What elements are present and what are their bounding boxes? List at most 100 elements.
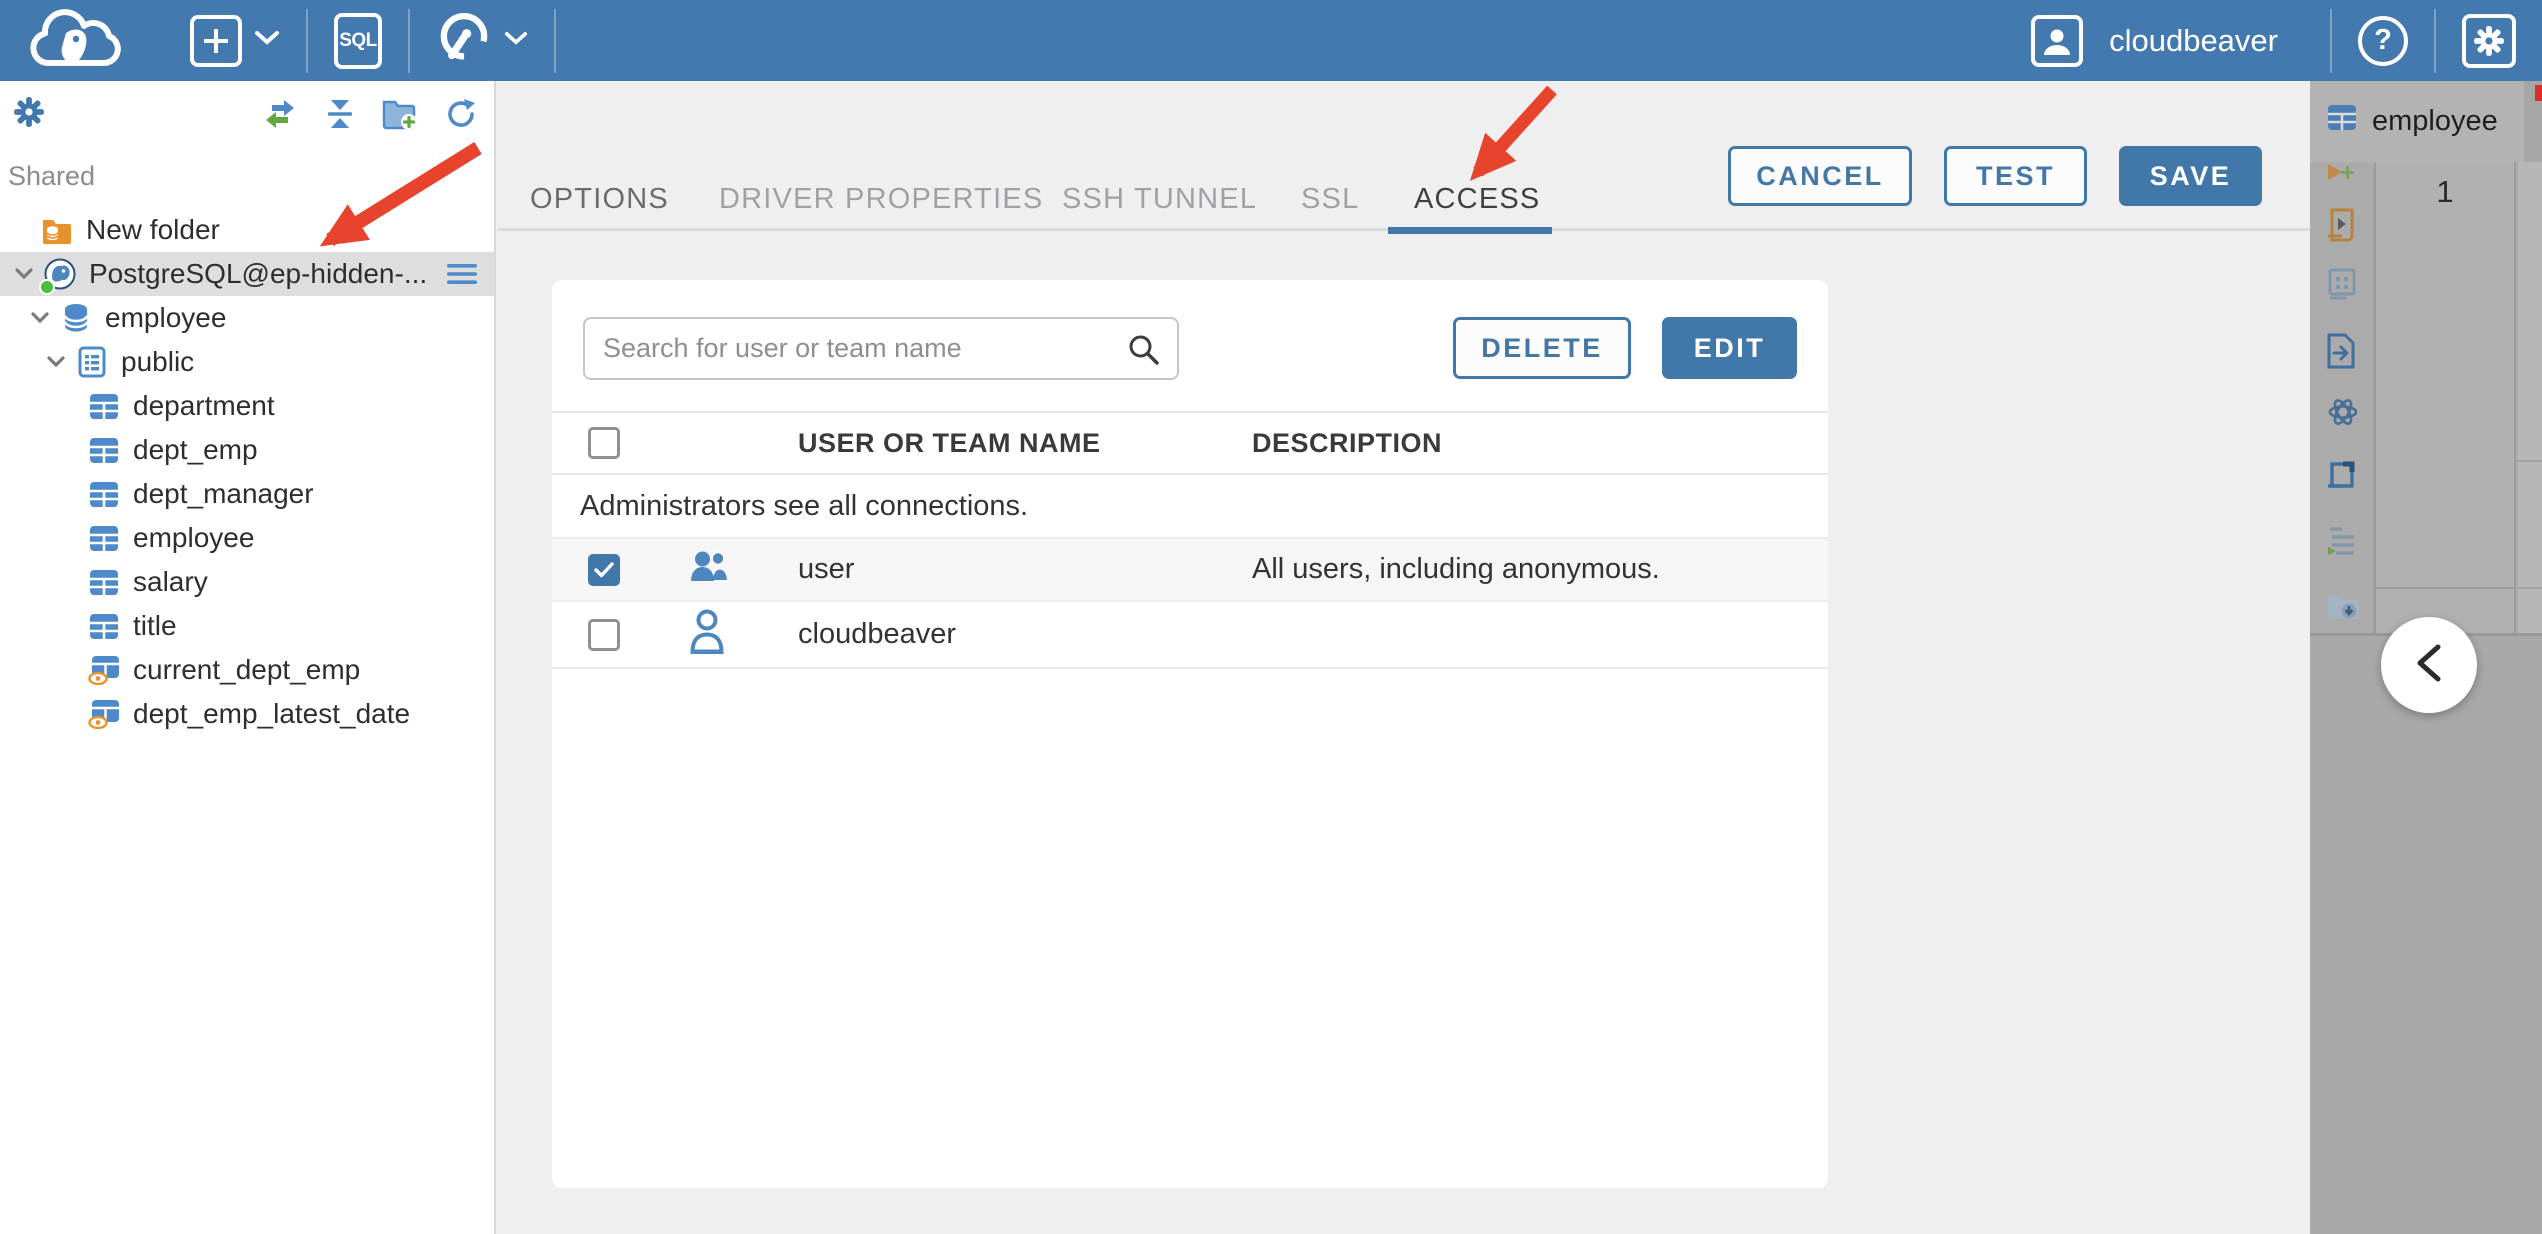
add-row-icon[interactable] bbox=[2326, 162, 2358, 188]
active-tab-underline bbox=[1388, 227, 1552, 234]
tree-item-table-department[interactable]: department bbox=[0, 384, 494, 428]
editor-toolbar bbox=[2310, 162, 2374, 633]
tree-item-table-employee[interactable]: employee bbox=[0, 516, 494, 560]
tree-item-database-employee[interactable]: employee bbox=[0, 296, 494, 340]
tab-access[interactable]: ACCESS bbox=[1414, 183, 1540, 216]
new-window-icon[interactable] bbox=[2326, 458, 2358, 492]
edit-button[interactable]: EDIT bbox=[1662, 317, 1797, 379]
view-icon bbox=[88, 654, 120, 686]
expand-panel-button[interactable] bbox=[2381, 617, 2477, 713]
plus-icon bbox=[190, 14, 242, 67]
table-icon bbox=[88, 390, 120, 422]
tree-item-label: employee bbox=[133, 522, 255, 553]
filter-settings-icon[interactable] bbox=[12, 95, 46, 134]
openai-icon[interactable] bbox=[2326, 395, 2360, 429]
tree-item-postgresql-connection[interactable]: PostgreSQL@ep-hidden-... bbox=[0, 252, 494, 296]
test-button[interactable]: TEST bbox=[1944, 146, 2087, 206]
tree-item-label: dept_emp_latest_date bbox=[133, 698, 411, 729]
tab-employee-editor[interactable]: employee bbox=[2310, 81, 2524, 162]
cancel-button[interactable]: CANCEL bbox=[1728, 146, 1912, 206]
export-data-icon[interactable] bbox=[2326, 333, 2356, 369]
cloudbeaver-logo-icon bbox=[22, 8, 130, 73]
schema-icon bbox=[76, 346, 108, 378]
tree-item-label: department bbox=[133, 390, 275, 421]
table-icon bbox=[88, 566, 120, 598]
sync-connections-icon[interactable] bbox=[262, 98, 298, 130]
panel-bottom-area bbox=[2310, 636, 2542, 1234]
tree-item-label: salary bbox=[133, 566, 208, 597]
help-button[interactable]: ? bbox=[2332, 0, 2434, 81]
grid-line bbox=[2376, 587, 2514, 589]
settings-button[interactable] bbox=[2436, 0, 2542, 81]
editor-tab-label: employee bbox=[2372, 105, 2498, 137]
save-results-folder-icon[interactable] bbox=[2326, 593, 2360, 621]
tree-item-table-dept-emp[interactable]: dept_emp bbox=[0, 428, 494, 472]
grid-line bbox=[2518, 587, 2542, 589]
tree-item-table-dept-manager[interactable]: dept_manager bbox=[0, 472, 494, 516]
delete-button[interactable]: DELETE bbox=[1453, 317, 1631, 379]
cloudbeaver-app: SQL cloudbeaver ? Shared New folder Post… bbox=[0, 0, 2542, 1234]
select-all-checkbox[interactable] bbox=[588, 427, 620, 459]
chevron-down-icon bbox=[254, 30, 280, 51]
execution-log-icon[interactable] bbox=[2326, 525, 2358, 555]
row-checkbox-unchecked[interactable] bbox=[588, 618, 620, 651]
grid-view-icon[interactable] bbox=[2326, 267, 2358, 301]
sql-icon: SQL bbox=[334, 12, 382, 69]
chevron-down-icon[interactable] bbox=[46, 355, 68, 369]
row-number-column: 1 bbox=[2374, 162, 2516, 633]
table-icon bbox=[88, 522, 120, 554]
tree-item-label: current_dept_emp bbox=[133, 654, 361, 685]
table-icon bbox=[88, 478, 120, 510]
search-input[interactable] bbox=[585, 319, 1177, 378]
top-bar-left: SQL bbox=[0, 0, 556, 81]
table-row-cloudbeaver[interactable]: cloudbeaver bbox=[552, 602, 1828, 669]
navigator-toolbar bbox=[0, 81, 494, 145]
wrench-circle-icon bbox=[436, 10, 492, 71]
database-icon bbox=[60, 302, 92, 334]
row-number: 1 bbox=[2436, 174, 2454, 209]
row-checkbox-checked[interactable] bbox=[588, 553, 620, 586]
annotation-red-fragment bbox=[2535, 85, 2542, 101]
tree-item-table-salary[interactable]: salary bbox=[0, 560, 494, 604]
tree-item-label: New folder bbox=[86, 214, 220, 245]
script-icon[interactable] bbox=[2326, 208, 2358, 242]
chevron-down-icon[interactable] bbox=[30, 311, 52, 325]
connection-status-dot bbox=[39, 279, 55, 295]
new-connection-button[interactable] bbox=[164, 0, 306, 81]
tree-item-schema-public[interactable]: public bbox=[0, 340, 494, 384]
tree-item-label: employee bbox=[105, 302, 227, 333]
tree-item-label: PostgreSQL@ep-hidden-... bbox=[89, 258, 428, 289]
subject-description: All users, including anonymous. bbox=[1252, 553, 1660, 585]
editor-tab-strip: employee bbox=[2310, 81, 2542, 162]
chevron-down-icon[interactable] bbox=[14, 267, 36, 281]
connection-menu-icon[interactable] bbox=[446, 262, 478, 286]
driver-manager-button[interactable] bbox=[410, 0, 554, 81]
help-icon: ? bbox=[2358, 15, 2408, 66]
user-menu[interactable]: cloudbeaver bbox=[2005, 0, 2330, 81]
table-icon bbox=[88, 610, 120, 642]
collapse-all-icon[interactable] bbox=[324, 98, 356, 130]
navigator-tools bbox=[262, 97, 478, 131]
tree-item-label: dept_manager bbox=[133, 478, 314, 509]
top-bar: SQL cloudbeaver ? bbox=[0, 0, 2542, 81]
tree-item-view-current-dept-emp[interactable]: current_dept_emp bbox=[0, 648, 494, 692]
tab-ssl[interactable]: SSL bbox=[1301, 183, 1359, 216]
tab-driver-properties[interactable]: DRIVER PROPERTIES bbox=[719, 183, 1043, 216]
tab-options[interactable]: OPTIONS bbox=[530, 183, 669, 216]
tab-ssh-tunnel[interactable]: SSH TUNNEL bbox=[1062, 183, 1257, 216]
folder-database-icon bbox=[41, 214, 73, 246]
refresh-icon[interactable] bbox=[444, 97, 478, 131]
save-button[interactable]: SAVE bbox=[2119, 146, 2262, 206]
tree-item-new-folder[interactable]: New folder bbox=[0, 208, 494, 252]
tree-item-view-dept-emp-latest-date[interactable]: dept_emp_latest_date bbox=[0, 692, 494, 736]
sql-editor-button[interactable]: SQL bbox=[308, 0, 408, 81]
table-row-user[interactable]: user All users, including anonymous. bbox=[552, 539, 1828, 602]
connection-dialog: OPTIONS DRIVER PROPERTIES SSH TUNNEL SSL… bbox=[498, 81, 2310, 1234]
gear-icon bbox=[2462, 13, 2516, 68]
admin-info-row: Administrators see all connections. bbox=[552, 475, 1828, 539]
description-column-header: DESCRIPTION bbox=[1252, 427, 1443, 458]
tree-item-table-title[interactable]: title bbox=[0, 604, 494, 648]
table-icon bbox=[88, 434, 120, 466]
add-folder-icon[interactable] bbox=[382, 98, 418, 130]
navigator-sidebar: Shared New folder PostgreSQL@ep-hidden-.… bbox=[0, 81, 496, 1234]
